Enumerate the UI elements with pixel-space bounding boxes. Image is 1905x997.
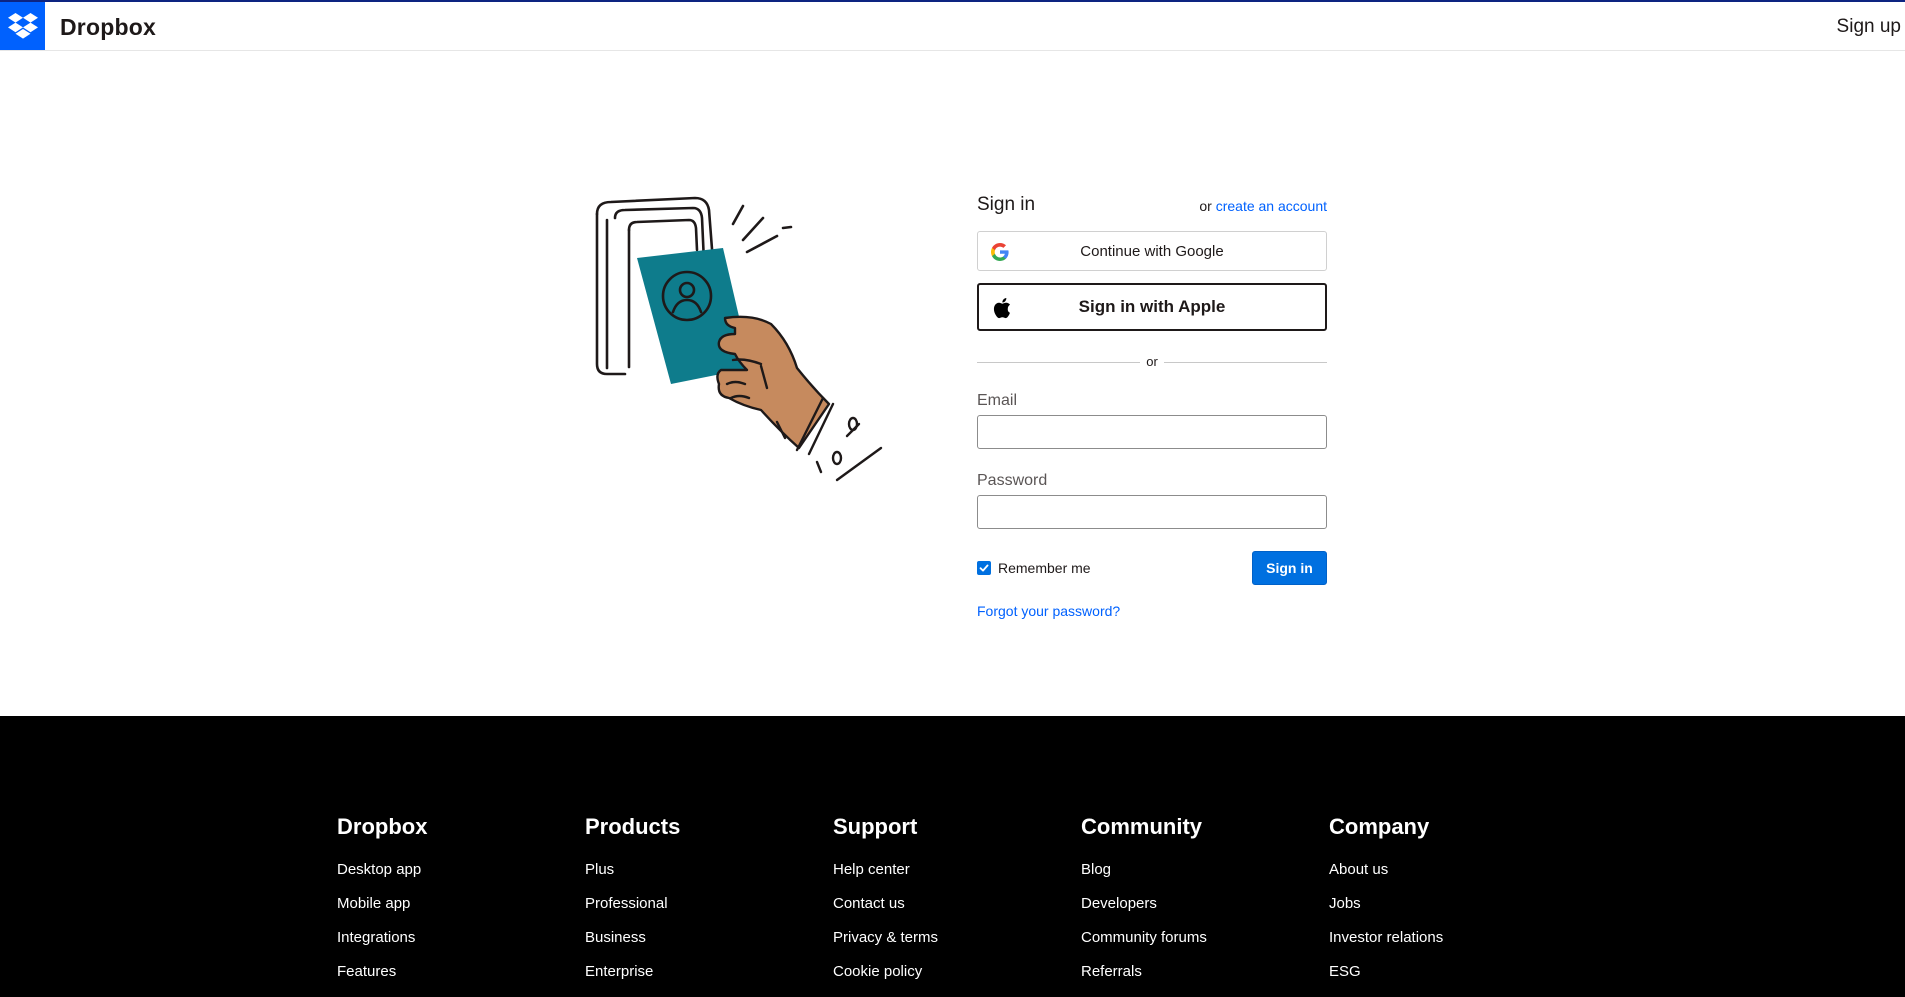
footer-link[interactable]: Integrations xyxy=(337,929,567,963)
footer-heading: Products xyxy=(585,814,681,839)
footer-link[interactable]: Community forums xyxy=(1081,929,1311,963)
sign-in-button[interactable]: Sign in xyxy=(1252,551,1327,585)
footer-link[interactable]: Cookie policy xyxy=(833,963,1063,997)
create-account-prefix: or xyxy=(1199,198,1212,214)
email-field[interactable] xyxy=(977,415,1327,449)
footer-heading: Community xyxy=(1081,814,1202,839)
dropbox-logo-icon[interactable] xyxy=(0,2,45,50)
footer-link[interactable]: Enterprise xyxy=(585,963,815,997)
footer-column-dropbox: Dropbox Desktop app Mobile app Integrati… xyxy=(337,814,567,997)
apple-button-label: Sign in with Apple xyxy=(1078,297,1226,316)
footer-column-community: Community Blog Developers Community foru… xyxy=(1081,814,1311,997)
forgot-password-link[interactable]: Forgot your password? xyxy=(977,603,1120,619)
footer-link[interactable]: Referrals xyxy=(1081,963,1311,997)
brand-name[interactable]: Dropbox xyxy=(60,14,156,41)
footer-column-company: Company About us Jobs Investor relations… xyxy=(1329,814,1559,997)
footer-link[interactable]: Blog xyxy=(1081,861,1311,895)
footer-link[interactable]: Professional xyxy=(585,895,815,929)
sign-up-link[interactable]: Sign up xyxy=(1837,16,1901,38)
footer-link[interactable]: Jobs xyxy=(1329,895,1559,929)
divider-line-right xyxy=(1164,362,1327,363)
sign-in-panel: Sign in or create an account Continue wi… xyxy=(977,190,1327,619)
footer-link[interactable]: About us xyxy=(1329,861,1559,895)
or-divider: or xyxy=(977,354,1327,370)
create-account-prompt: or create an account xyxy=(1199,198,1327,214)
google-icon xyxy=(991,243,1009,261)
hand-holding-id-card-illustration xyxy=(585,192,885,507)
checkmark-icon xyxy=(979,564,989,572)
remember-me-row[interactable]: Remember me xyxy=(977,560,1091,576)
sign-in-header: Sign in or create an account xyxy=(977,190,1327,222)
footer-link[interactable]: Desktop app xyxy=(337,861,567,895)
footer-column-products: Products Plus Professional Business Ente… xyxy=(585,814,815,997)
footer-link[interactable]: Contact us xyxy=(833,895,1063,929)
footer-heading: Support xyxy=(833,814,918,839)
footer-link[interactable]: Business xyxy=(585,929,815,963)
footer-link[interactable]: Help center xyxy=(833,861,1063,895)
password-label: Password xyxy=(977,472,1048,489)
footer-link[interactable]: Features xyxy=(337,963,567,997)
footer-link[interactable]: Plus xyxy=(585,861,815,895)
footer-link[interactable]: ESG xyxy=(1329,963,1559,997)
footer-link[interactable]: Investor relations xyxy=(1329,929,1559,963)
sign-in-with-apple-button[interactable]: Sign in with Apple xyxy=(977,283,1327,331)
email-label: Email xyxy=(977,392,1018,409)
footer-link[interactable]: Mobile app xyxy=(337,895,567,929)
site-footer: Dropbox Desktop app Mobile app Integrati… xyxy=(0,716,1905,997)
footer-heading: Dropbox xyxy=(337,814,428,839)
footer-link[interactable]: Developers xyxy=(1081,895,1311,929)
footer-link[interactable]: Privacy & terms xyxy=(833,929,1063,963)
password-field[interactable] xyxy=(977,495,1327,529)
remember-me-label: Remember me xyxy=(998,560,1091,576)
footer-column-support: Support Help center Contact us Privacy &… xyxy=(833,814,1063,997)
apple-icon xyxy=(993,298,1010,319)
google-button-label: Continue with Google xyxy=(1080,242,1224,260)
footer-heading: Company xyxy=(1329,814,1430,839)
continue-with-google-button[interactable]: Continue with Google xyxy=(977,231,1327,271)
top-navigation-bar: Dropbox Sign up xyxy=(0,0,1905,51)
sign-in-title: Sign in xyxy=(977,194,1036,215)
remember-me-checkbox[interactable] xyxy=(977,561,991,575)
create-account-link[interactable]: create an account xyxy=(1216,198,1327,214)
